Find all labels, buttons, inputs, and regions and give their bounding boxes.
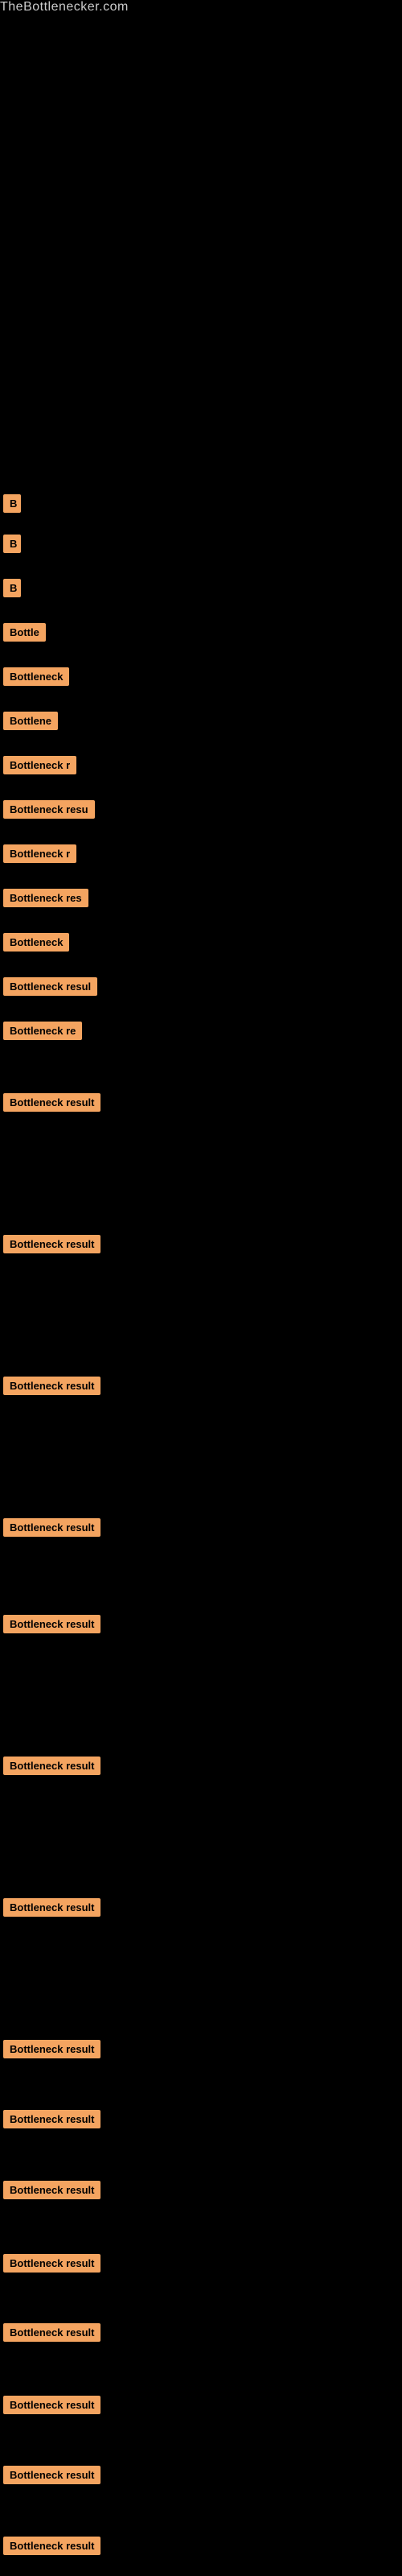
bottleneck-label-25[interactable]: Bottleneck result	[3, 2323, 100, 2342]
result-row-6: Bottlene	[0, 708, 402, 737]
result-row-13: Bottleneck re	[0, 1018, 402, 1047]
result-row-18: Bottleneck result	[0, 1612, 402, 1641]
result-row-23: Bottleneck result	[0, 2178, 402, 2207]
bottleneck-label-27[interactable]: Bottleneck result	[3, 2466, 100, 2484]
bottleneck-label-20[interactable]: Bottleneck result	[3, 1898, 100, 1917]
bottleneck-label-2[interactable]: B	[3, 535, 21, 553]
bottleneck-label-22[interactable]: Bottleneck result	[3, 2110, 100, 2128]
bottleneck-label-19[interactable]: Bottleneck result	[3, 1757, 100, 1775]
bottleneck-label-11[interactable]: Bottleneck	[3, 933, 69, 952]
bottleneck-label-12[interactable]: Bottleneck resul	[3, 977, 97, 996]
site-title-text: TheBottlenecker.com	[0, 0, 129, 14]
bottleneck-label-10[interactable]: Bottleneck res	[3, 889, 88, 907]
result-row-2: B	[0, 531, 402, 560]
result-row-12: Bottleneck resul	[0, 974, 402, 1003]
bottleneck-label-17[interactable]: Bottleneck result	[3, 1518, 100, 1537]
bottleneck-label-9[interactable]: Bottleneck r	[3, 844, 76, 863]
bottleneck-label-18[interactable]: Bottleneck result	[3, 1615, 100, 1633]
result-row-19: Bottleneck result	[0, 1753, 402, 1782]
site-title: TheBottlenecker.com	[0, 0, 402, 14]
result-row-14: Bottleneck result	[0, 1090, 402, 1119]
result-row-3: B	[0, 576, 402, 605]
bottleneck-label-16[interactable]: Bottleneck result	[3, 1377, 100, 1395]
bottleneck-label-21[interactable]: Bottleneck result	[3, 2040, 100, 2058]
result-row-27: Bottleneck result	[0, 2462, 402, 2491]
result-row-4: Bottle	[0, 620, 402, 649]
bottleneck-label-26[interactable]: Bottleneck result	[3, 2396, 100, 2414]
bottleneck-label-7[interactable]: Bottleneck r	[3, 756, 76, 774]
bottleneck-label-28[interactable]: Bottleneck result	[3, 2537, 100, 2555]
result-row-9: Bottleneck r	[0, 841, 402, 870]
bottleneck-label-4[interactable]: Bottle	[3, 623, 46, 642]
bottleneck-label-8[interactable]: Bottleneck resu	[3, 800, 95, 819]
result-row-10: Bottleneck res	[0, 886, 402, 914]
result-row-28: Bottleneck result	[0, 2533, 402, 2562]
result-row-8: Bottleneck resu	[0, 797, 402, 826]
result-row-22: Bottleneck result	[0, 2107, 402, 2136]
result-row-21: Bottleneck result	[0, 2037, 402, 2066]
bottleneck-label-15[interactable]: Bottleneck result	[3, 1235, 100, 1253]
result-row-17: Bottleneck result	[0, 1515, 402, 1544]
bottleneck-label-14[interactable]: Bottleneck result	[3, 1093, 100, 1112]
result-row-20: Bottleneck result	[0, 1895, 402, 1924]
result-row-26: Bottleneck result	[0, 2392, 402, 2421]
result-row-5: Bottleneck	[0, 664, 402, 693]
result-row-7: Bottleneck r	[0, 753, 402, 782]
result-row-15: Bottleneck result	[0, 1232, 402, 1261]
bottleneck-label-5[interactable]: Bottleneck	[3, 667, 69, 686]
bottleneck-label-1[interactable]: B	[3, 494, 21, 513]
bottleneck-label-24[interactable]: Bottleneck result	[3, 2254, 100, 2273]
result-row-16: Bottleneck result	[0, 1373, 402, 1402]
bottleneck-label-13[interactable]: Bottleneck re	[3, 1022, 82, 1040]
bottleneck-label-6[interactable]: Bottlene	[3, 712, 58, 730]
result-row-1: B	[0, 491, 402, 520]
bottleneck-label-23[interactable]: Bottleneck result	[3, 2181, 100, 2199]
bottleneck-label-3[interactable]: B	[3, 579, 21, 597]
result-row-24: Bottleneck result	[0, 2251, 402, 2280]
result-row-25: Bottleneck result	[0, 2320, 402, 2349]
result-row-11: Bottleneck	[0, 930, 402, 959]
